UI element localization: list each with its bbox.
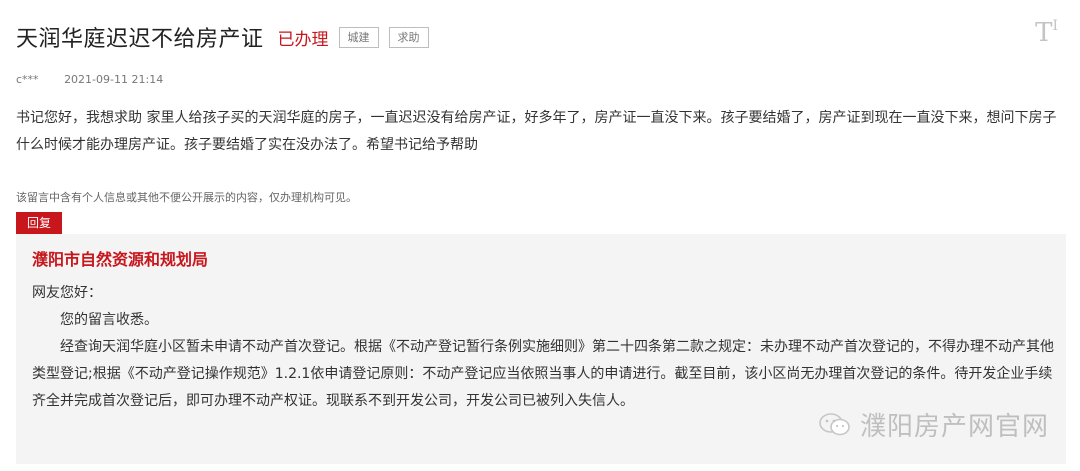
- message-content: 书记您好，我想求助 家里人给孩子买的天润华庭的房子，一直迟迟没有给房产证，好多年…: [16, 110, 1057, 153]
- reply-body: 网友您好： 您的留言收悉。 经查询天润华庭小区暂未申请不动产首次登记。根据《不动…: [32, 280, 1066, 415]
- post-meta: c*** 2021-09-11 21:14: [16, 73, 163, 86]
- wechat-icon: [819, 412, 850, 435]
- font-size-toggle-icon[interactable]: TI: [1035, 18, 1058, 48]
- tag-chengjian[interactable]: 城建: [338, 26, 379, 48]
- status-badge: 已办理: [277, 29, 329, 50]
- watermark-text: 濮阳房产网官网: [860, 412, 1050, 442]
- author-name: c***: [16, 73, 39, 86]
- reply-paragraph: 您的留言收悉。: [60, 312, 158, 328]
- reply-organization: 濮阳市自然资源和规划局: [32, 250, 209, 269]
- reply-paragraph: 经查询天润华庭小区暂未申请不动产首次登记。根据《不动产登记暂行条例实施细则》第二…: [32, 339, 1054, 409]
- reply-greeting: 网友您好：: [32, 285, 102, 301]
- tag-qiuzhu[interactable]: 求助: [388, 26, 429, 48]
- watermark: 濮阳房产网官网: [818, 406, 1049, 443]
- page-header: 天润华庭迟迟不给房产证 已办理 城建 求助: [16, 22, 429, 52]
- reply-label: 回复: [16, 212, 63, 234]
- privacy-notice: 该留言中含有个人信息或其他不便公开展示的内容，仅办理机构可见。: [16, 191, 357, 204]
- post-timestamp: 2021-09-11 21:14: [64, 73, 164, 86]
- page-title: 天润华庭迟迟不给房产证: [16, 27, 264, 52]
